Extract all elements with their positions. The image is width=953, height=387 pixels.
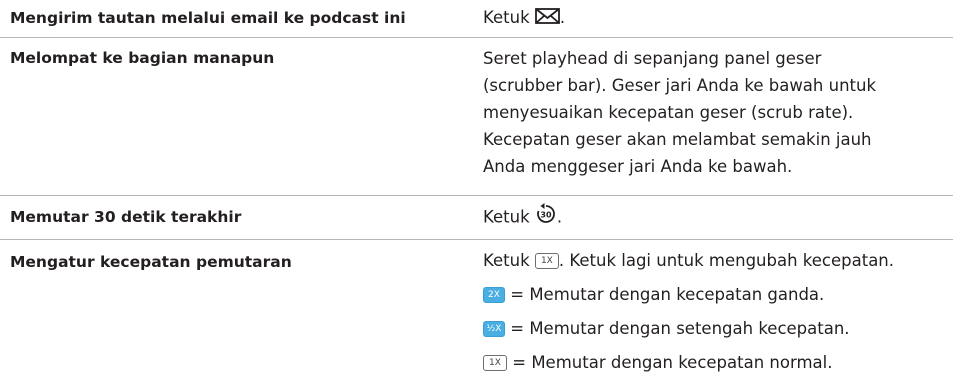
action-description: Ketuk 30.	[483, 203, 953, 230]
replay-30-icon: 30	[535, 203, 557, 233]
svg-text:30: 30	[540, 211, 552, 220]
table-row: Melompat ke bagian manapun Seret playhea…	[0, 37, 953, 195]
action-description: Seret playhead di sepanjang panel geser …	[483, 49, 877, 176]
action-label: Mengatur kecepatan pemutaran	[10, 253, 292, 271]
speed-2x-icon: 2X	[483, 286, 505, 303]
table-row: Mengatur kecepatan pemutaran Ketuk 1X. K…	[0, 239, 953, 387]
email-icon	[534, 5, 560, 32]
table-row: Memutar 30 detik terakhir Ketuk 30.	[0, 195, 953, 239]
speed-half-icon: ½X	[483, 320, 505, 337]
action-label: Mengirim tautan melalui email ke podcast…	[10, 9, 406, 27]
action-description: Ketuk .	[483, 4, 953, 31]
action-description: Ketuk 1X. Ketuk lagi untuk mengubah kece…	[483, 251, 895, 372]
action-label: Memutar 30 detik terakhir	[10, 208, 242, 226]
speed-1x-icon: 1X	[483, 354, 507, 371]
action-label: Melompat ke bagian manapun	[10, 49, 275, 67]
table-row: Mengirim tautan melalui email ke podcast…	[0, 0, 953, 36]
speed-1x-icon: 1X	[534, 252, 559, 269]
